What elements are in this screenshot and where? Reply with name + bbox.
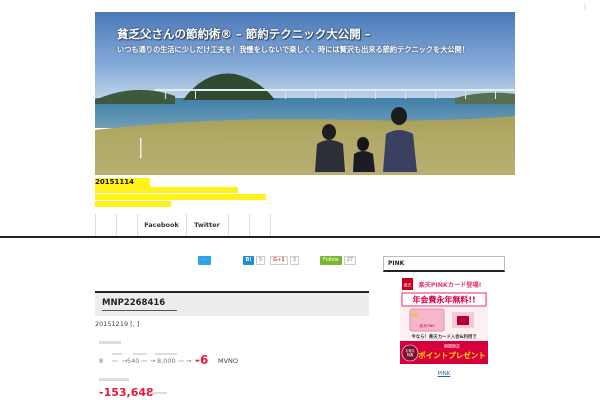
nav-divider — [116, 214, 117, 236]
highlight-bar — [95, 194, 266, 200]
google-plus-icon[interactable]: G+1 — [270, 256, 288, 265]
hatena-bookmark-icon[interactable]: B! — [243, 256, 254, 265]
feedly-follow-button[interactable]: Follow — [320, 256, 342, 265]
follow-count: 27 — [343, 256, 357, 265]
sidebar-heading-text: PINK — [388, 260, 405, 267]
stat-label — [99, 378, 129, 381]
nav-divider — [270, 214, 271, 236]
highlight-bar — [95, 187, 238, 193]
ad-banner[interactable]: 楽天 楽天PINKカード登場! 年会費永年無料!! 楽天PINK 今なら！楽天カ… — [400, 276, 488, 364]
date-label: 20151114 — [95, 178, 150, 187]
ad-headline: 楽天PINKカード登場! — [418, 281, 482, 289]
site-description: いつも通りの生活に少しだけ工夫を！我慢をしないで楽しく、時には贅沢も出来る節約テ… — [117, 45, 469, 54]
ad-cta: ポイントプレゼント — [418, 350, 486, 360]
ad-annual-fee: 年会費永年無料!! — [412, 295, 475, 305]
hatena-count: 5 — [256, 256, 266, 265]
nav-divider — [249, 214, 250, 236]
stat-diff-value: -6 — [195, 353, 209, 367]
nav-item-facebook[interactable]: Facebook — [137, 214, 186, 236]
nav-underline — [0, 236, 600, 238]
stat-unit — [141, 360, 147, 362]
stat-label — [99, 341, 121, 344]
stat-unit — [112, 360, 118, 362]
stat-unit — [178, 360, 184, 362]
share-twitter[interactable]: 🐦 — [198, 256, 211, 265]
ad-limited: 期間限定 — [444, 343, 460, 349]
stat-label — [112, 353, 122, 355]
stat-arrow: → — [186, 357, 192, 365]
gplus-count: 3 — [289, 256, 299, 265]
ad-badge-line2: 特典 — [407, 352, 414, 357]
nav-divider — [228, 214, 229, 236]
stat-current-value: 540 — [127, 357, 140, 365]
article-title[interactable]: MNP2268416 — [102, 298, 178, 311]
share-hatena[interactable]: B! 5 — [243, 256, 266, 265]
highlight-bar — [95, 201, 171, 207]
global-nav: Facebook Twitter — [0, 214, 600, 238]
site-title[interactable]: 貧乏父さんの節約術® – 節約テクニック大公開 – — [117, 26, 371, 42]
share-gplus[interactable]: G+1 3 — [270, 256, 299, 265]
article-header: MNP2268416 — [95, 291, 369, 316]
header-banner[interactable]: 貧乏父さんの節約術® – 節約テクニック大公開 – いつも通りの生活に少しだけ工… — [95, 12, 515, 175]
twitter-icon[interactable]: 🐦 — [198, 256, 211, 265]
stat-unit — [151, 392, 167, 394]
rakuten-pink-card-ad[interactable]: 楽天 楽天PINKカード登場! 年会費永年無料!! 楽天PINK 今なら！楽天カ… — [400, 276, 488, 364]
sidebar-link-pink[interactable]: PINK — [400, 371, 488, 377]
sidebar-widget-heading: PINK — [383, 256, 505, 272]
nav-divider — [95, 214, 96, 236]
stat-before-value: 8 — [99, 357, 104, 365]
ad-brand-logo: 楽天 — [404, 282, 412, 288]
ad-card-label: 楽天PINK — [419, 323, 435, 328]
article-meta: 20151219 [, ] — [95, 320, 140, 328]
saving-value: -153,648 — [99, 386, 154, 399]
stat-label — [155, 353, 177, 355]
stat-label — [133, 353, 147, 355]
stat-mvno-label: MVNO — [218, 357, 239, 365]
ad-promo-line: 今なら！楽天カード入会&利用で — [410, 333, 477, 340]
ad-info-icon[interactable]: i — [584, 3, 586, 11]
nav-item-twitter[interactable]: Twitter — [186, 214, 228, 236]
stat-arrow: → — [150, 357, 156, 365]
share-feedly[interactable]: Follow 27 — [320, 256, 357, 265]
stat-after-value: 8,000 — [157, 357, 176, 365]
